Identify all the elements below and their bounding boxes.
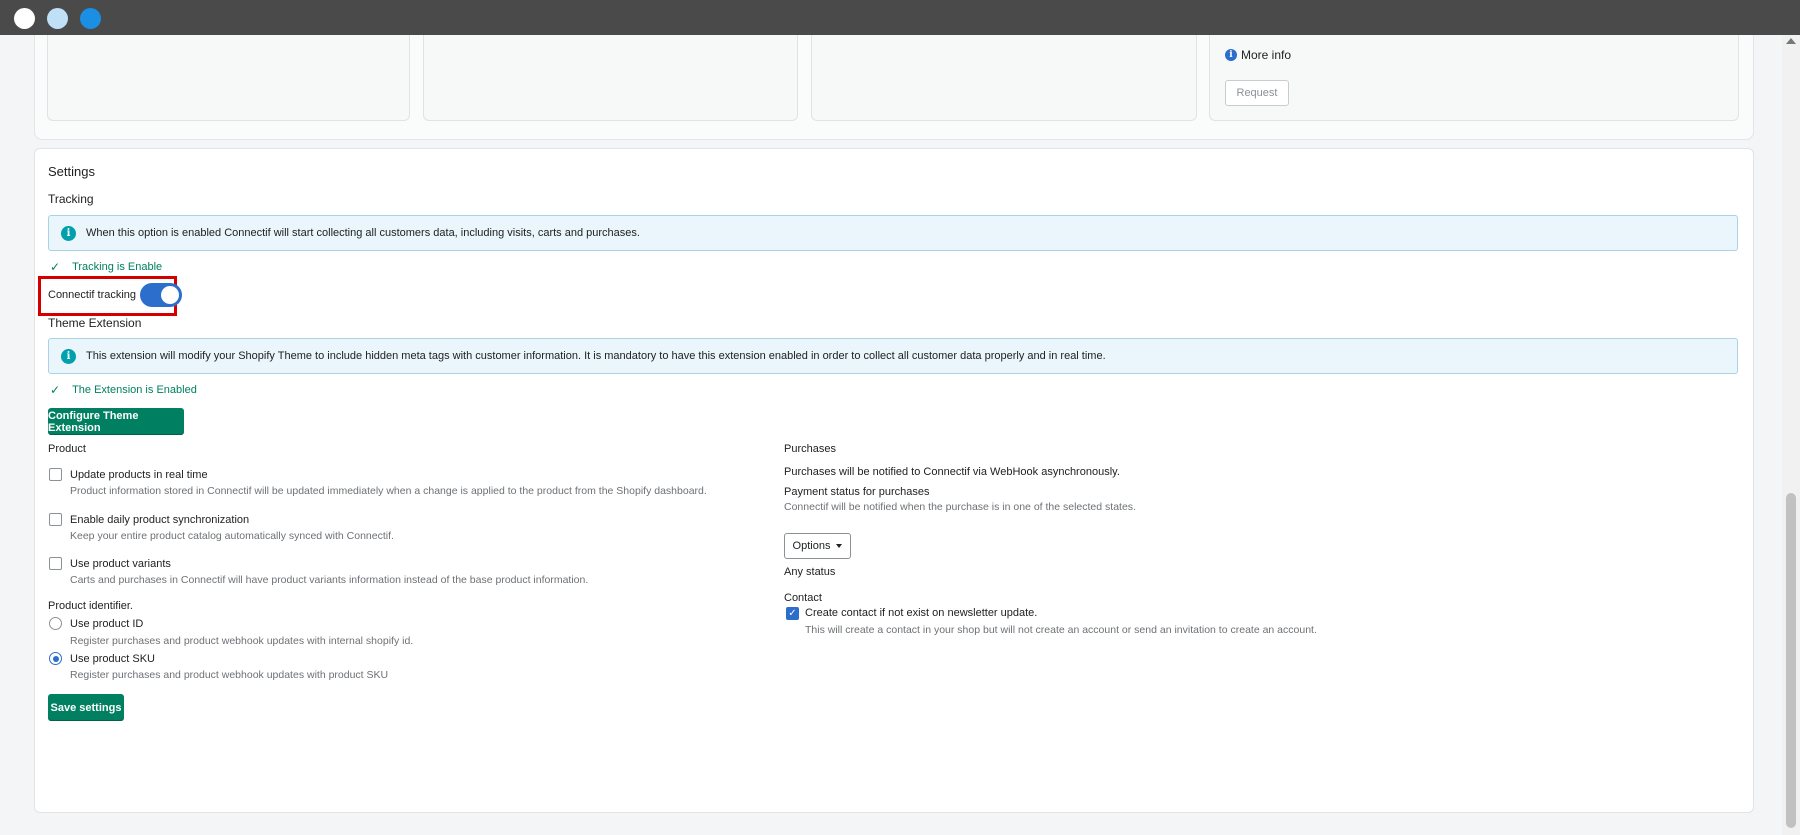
info-icon: i <box>61 348 76 364</box>
info-icon: i <box>1225 49 1237 61</box>
tracking-status-prefix: Tracking is <box>72 261 125 273</box>
update-realtime-checkbox[interactable] <box>49 468 62 481</box>
caret-down-icon <box>836 544 843 548</box>
more-info-label: More info <box>1241 48 1292 62</box>
tracking-heading: Tracking <box>48 192 94 206</box>
request-button[interactable]: Request <box>1225 80 1289 106</box>
tracking-status: ✓ Tracking is Enable <box>50 260 162 274</box>
use-product-id-radio[interactable] <box>49 617 62 630</box>
theme-extension-banner-text: This extension will modify your Shopify … <box>86 350 1106 362</box>
create-contact-label: Create contact if not exist on newslette… <box>805 607 1038 619</box>
tracking-banner-text: When this option is enabled Connectif wi… <box>86 227 640 239</box>
window-titlebar <box>0 0 1800 35</box>
tracking-info-banner: i When this option is enabled Connectif … <box>48 215 1738 251</box>
settings-card: Settings Tracking i When this option is … <box>34 148 1754 813</box>
product-variants-checkbox[interactable] <box>49 557 62 570</box>
scrollbar-thumb[interactable] <box>1786 493 1796 828</box>
settings-title: Settings <box>48 164 95 179</box>
summary-card-2 <box>423 35 798 121</box>
window-close-dot[interactable] <box>14 8 35 29</box>
save-settings-button[interactable]: Save settings <box>48 694 124 721</box>
daily-sync-label: Enable daily product synchronization <box>70 514 250 526</box>
checkmark-icon: ✓ <box>50 260 61 274</box>
connectif-tracking-label: Connectif tracking <box>48 289 137 301</box>
window-maximize-dot[interactable] <box>80 8 101 29</box>
use-product-sku-radio[interactable] <box>49 652 62 665</box>
extension-status: ✓ The Extension is Enabled <box>50 383 197 397</box>
summary-card-3 <box>811 35 1197 121</box>
purchases-heading: Purchases <box>784 443 836 455</box>
use-product-id-help: Register purchases and product webhook u… <box>70 635 414 647</box>
more-info-link[interactable]: i More info <box>1225 48 1291 62</box>
update-realtime-help: Product information stored in Connectif … <box>70 485 707 497</box>
selected-status: Any status <box>784 566 836 578</box>
use-product-sku-label: Use product SKU <box>70 653 155 665</box>
use-product-id-label: Use product ID <box>70 618 144 630</box>
payment-status-label: Payment status for purchases <box>784 486 930 498</box>
payment-status-help: Connectif will be notified when the purc… <box>784 501 1136 513</box>
connectif-tracking-toggle[interactable] <box>140 283 182 307</box>
use-product-sku-help: Register purchases and product webhook u… <box>70 669 389 681</box>
info-icon: i <box>61 225 76 241</box>
extension-status-value: Enabled <box>156 384 197 396</box>
theme-extension-info-banner: i This extension will modify your Shopif… <box>48 338 1738 374</box>
configure-theme-extension-button[interactable]: Configure Theme Extension <box>48 408 184 435</box>
product-variants-label: Use product variants <box>70 558 171 570</box>
purchases-description: Purchases will be notified to Connectif … <box>784 466 1120 478</box>
daily-sync-help: Keep your entire product catalog automat… <box>70 530 394 542</box>
product-heading: Product <box>48 443 86 455</box>
daily-sync-checkbox[interactable] <box>49 513 62 526</box>
extension-status-prefix: The Extension is <box>72 384 154 396</box>
create-contact-help: This will create a contact in your shop … <box>805 624 1317 636</box>
window-minimize-dot[interactable] <box>47 8 68 29</box>
options-dropdown-button[interactable]: Options <box>784 533 851 559</box>
update-realtime-label: Update products in real time <box>70 469 208 481</box>
product-variants-help: Carts and purchases in Connectif will ha… <box>70 574 589 586</box>
scroll-up-arrow-icon[interactable] <box>1786 38 1796 44</box>
page-content: i More info Request Settings Tracking i … <box>0 35 1782 835</box>
checkmark-icon: ✓ <box>50 383 61 397</box>
create-contact-checkbox[interactable]: ✓ <box>786 607 799 620</box>
toggle-knob <box>161 286 179 304</box>
tracking-status-value: Enable <box>127 261 163 273</box>
top-cards-panel: i More info Request <box>34 35 1754 140</box>
contact-heading: Contact <box>784 592 822 604</box>
options-label: Options <box>792 540 831 552</box>
summary-card-1 <box>47 35 410 121</box>
product-identifier-heading: Product identifier. <box>48 600 133 612</box>
theme-extension-heading: Theme Extension <box>48 316 142 330</box>
